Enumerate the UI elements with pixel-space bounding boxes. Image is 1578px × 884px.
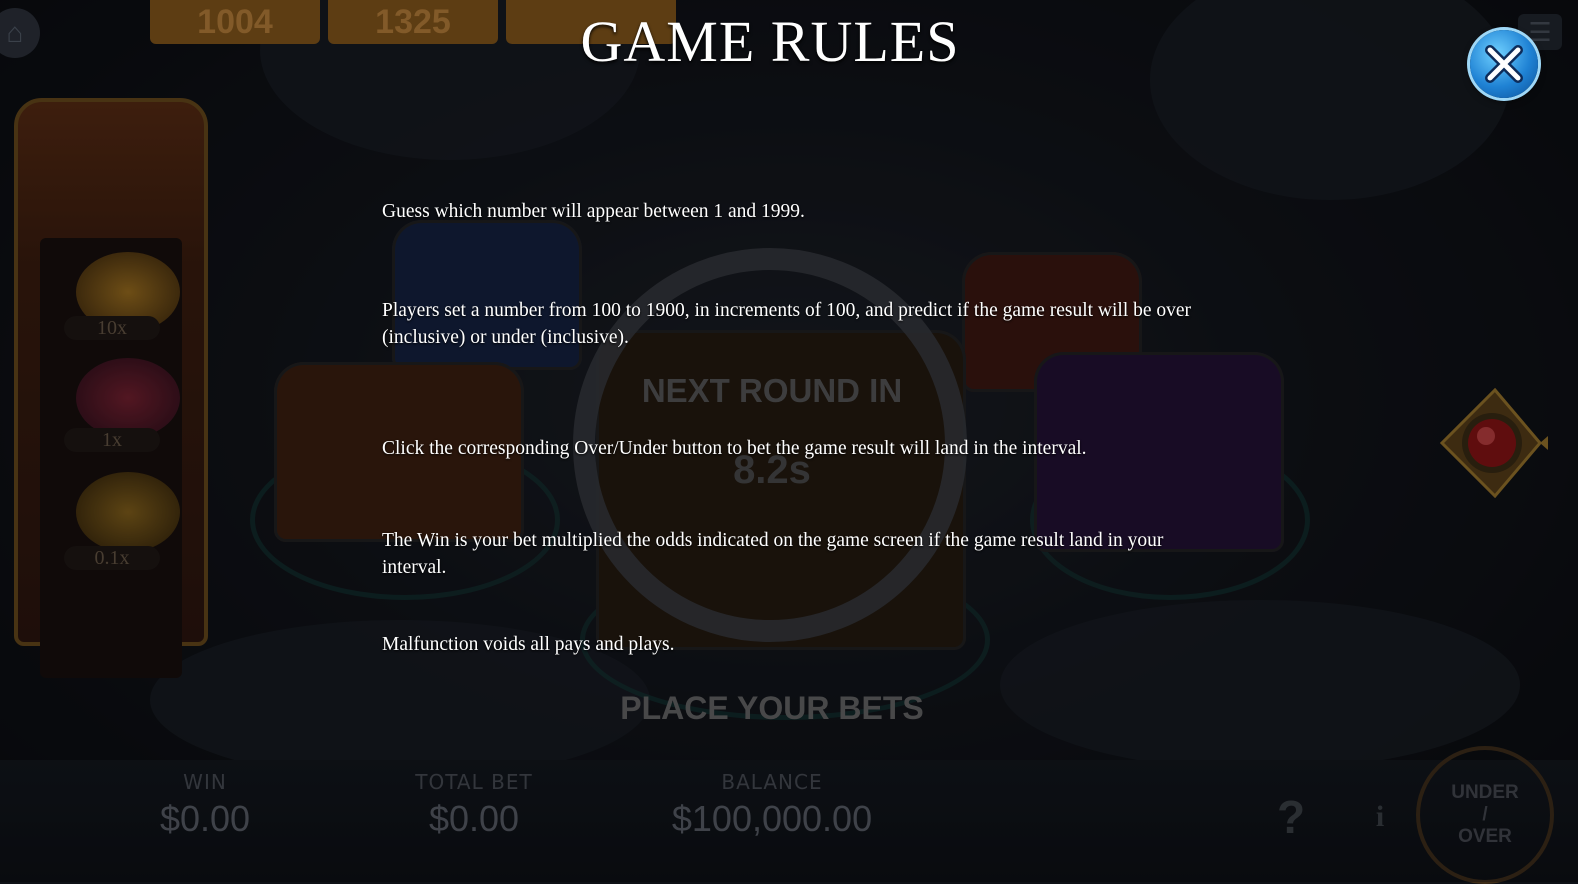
rule-text: Guess which number will appear between 1… (382, 201, 805, 222)
rule-text: The Win is your bet multiplied the odds … (382, 530, 1164, 578)
rule-text: Players set a number from 100 to 1900, i… (382, 300, 1192, 348)
close-button[interactable] (1470, 30, 1538, 98)
close-icon (1485, 45, 1523, 83)
rule-text: Click the corresponding Over/Under butto… (382, 438, 1087, 459)
rules-title: GAME RULES (580, 9, 960, 74)
rule-text: Malfunction voids all pays and plays. (382, 634, 675, 655)
